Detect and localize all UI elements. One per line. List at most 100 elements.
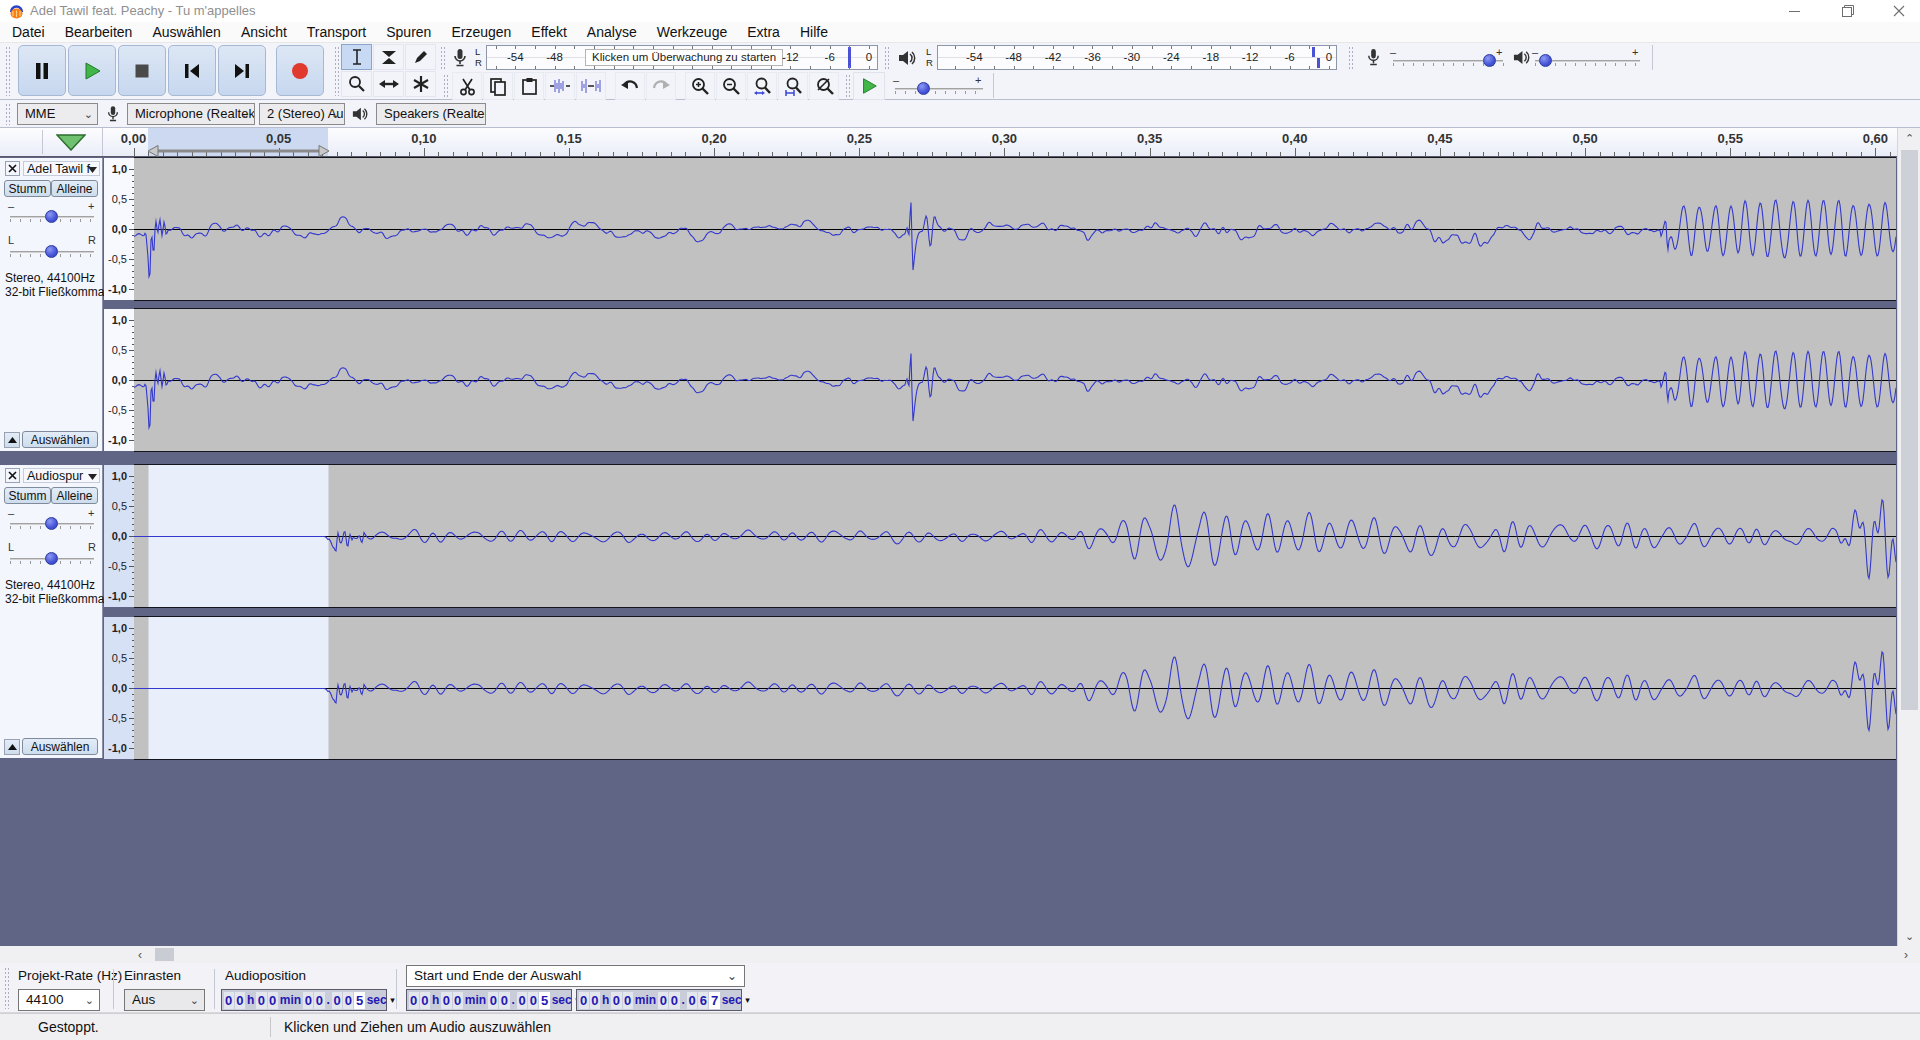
zoom-in-button[interactable] — [685, 72, 715, 100]
edit-grip[interactable] — [443, 74, 448, 98]
play-meter-grip[interactable] — [884, 46, 889, 70]
menu-datei[interactable]: Datei — [2, 22, 55, 43]
pinned-play-head-icon[interactable] — [56, 134, 86, 151]
record-button[interactable] — [276, 45, 324, 96]
play-at-speed-button[interactable] — [853, 72, 885, 100]
trim-outside-button[interactable] — [545, 72, 575, 100]
selection-start-field[interactable]: 00h00min00.005sec▾ — [406, 989, 572, 1011]
waveform-channel[interactable] — [134, 464, 1896, 608]
vertical-scroll-thumb[interactable] — [1901, 150, 1918, 710]
input-channels-select[interactable]: 2 (Stereo) Au⌄ — [259, 103, 345, 125]
multitool-button[interactable] — [405, 71, 436, 97]
waveform-channel[interactable] — [134, 308, 1896, 452]
mute-button[interactable]: Stumm — [4, 487, 51, 504]
record-meter-mic-button[interactable] — [447, 45, 473, 70]
zoom-toggle-button[interactable] — [809, 72, 839, 100]
cut-button[interactable] — [452, 72, 482, 100]
menu-effekt[interactable]: Effekt — [521, 22, 577, 43]
undo-button[interactable] — [615, 72, 645, 100]
scroll-down-icon[interactable]: ⌄ — [1898, 930, 1920, 943]
pause-button[interactable] — [18, 45, 66, 96]
menu-transport[interactable]: Transport — [297, 22, 376, 43]
selbar-grip[interactable] — [4, 967, 10, 1009]
vertical-ruler[interactable]: 1,00,50,0-0,5-1,0 — [104, 158, 134, 300]
collapse-track-button[interactable] — [4, 739, 20, 755]
track-select-button[interactable]: Auswählen — [22, 738, 98, 755]
menu-spuren[interactable]: Spuren — [376, 22, 441, 43]
track-close-button[interactable] — [5, 468, 20, 483]
solo-button[interactable]: Alleine — [51, 487, 98, 504]
selection-end-field[interactable]: 00h00min00.067sec▾ — [576, 989, 742, 1011]
mute-button[interactable]: Stumm — [4, 180, 51, 197]
gain-slider-thumb[interactable] — [45, 210, 58, 223]
menu-erzeugen[interactable]: Erzeugen — [441, 22, 521, 43]
menu-werkzeuge[interactable]: Werkzeuge — [647, 22, 738, 43]
waveform-channel[interactable] — [134, 616, 1896, 760]
skip-end-button[interactable] — [218, 45, 266, 96]
vertical-ruler[interactable]: 1,00,50,0-0,5-1,0 — [104, 617, 134, 759]
audio-position-field[interactable]: 00h00min00.005sec▾ — [221, 989, 387, 1011]
project-rate-select[interactable]: 44100⌄ — [18, 989, 100, 1011]
menu-auswählen[interactable]: Auswählen — [142, 22, 231, 43]
snap-select[interactable]: Aus⌄ — [124, 989, 205, 1011]
track-title-button[interactable]: Adel Tawil f — [23, 161, 100, 176]
output-device-select[interactable]: Speakers (Realtek Hig⌄ — [376, 103, 486, 125]
pan-slider-thumb[interactable] — [45, 552, 58, 565]
gain-slider-thumb[interactable] — [45, 517, 58, 530]
selection-tool-button[interactable] — [341, 44, 372, 70]
transport-grip[interactable] — [5, 46, 11, 96]
device-grip[interactable] — [5, 103, 10, 125]
menu-extra[interactable]: Extra — [737, 22, 790, 43]
vertical-scrollbar[interactable]: ⌃ ⌄ — [1897, 128, 1920, 946]
mixer-grip[interactable] — [1348, 46, 1353, 70]
zoom-fit-button[interactable] — [778, 72, 808, 100]
draw-tool-button[interactable] — [405, 44, 436, 70]
track-close-button[interactable] — [5, 161, 20, 176]
maximize-button[interactable] — [1826, 0, 1870, 22]
play-volume-thumb[interactable] — [1539, 54, 1552, 67]
pan-slider-thumb[interactable] — [45, 245, 58, 258]
scroll-right-icon[interactable]: › — [1896, 948, 1916, 962]
menu-ansicht[interactable]: Ansicht — [231, 22, 297, 43]
play-meter-speaker-button[interactable] — [892, 45, 922, 70]
record-meter-overlay[interactable]: Klicken um Überwachung zu starten — [585, 49, 783, 66]
menu-bearbeiten[interactable]: Bearbeiten — [55, 22, 143, 43]
minimize-button[interactable] — [1772, 0, 1816, 22]
timeline-ruler[interactable]: 0,000,050,100,150,200,250,300,350,400,45… — [0, 128, 1920, 157]
track-title-button[interactable]: Audiospur — [23, 468, 100, 483]
play-meter[interactable]: -54-48-42-36-30-24-18-12-60 — [937, 45, 1337, 70]
paste-button[interactable] — [514, 72, 544, 100]
record-meter[interactable]: Klicken um Überwachung zu starten -54-48… — [486, 45, 878, 70]
copy-button[interactable] — [483, 72, 513, 100]
playspeed-grip[interactable] — [845, 74, 850, 98]
track-select-button[interactable]: Auswählen — [22, 431, 98, 448]
play-button[interactable] — [68, 45, 116, 96]
waveform-channel[interactable] — [134, 157, 1896, 301]
close-button[interactable] — [1878, 0, 1920, 22]
horizontal-scrollbar[interactable]: ‹ › — [0, 946, 1920, 963]
skip-start-button[interactable] — [168, 45, 216, 96]
input-device-select[interactable]: Microphone (Realtek H⌄ — [127, 103, 255, 125]
menu-analyse[interactable]: Analyse — [577, 22, 647, 43]
scroll-up-icon[interactable]: ⌃ — [1898, 132, 1920, 145]
vertical-ruler[interactable]: 1,00,50,0-0,5-1,0 — [104, 309, 134, 451]
solo-button[interactable]: Alleine — [51, 180, 98, 197]
zoom-tool-button[interactable] — [341, 71, 372, 97]
vertical-ruler[interactable]: 1,00,50,0-0,5-1,0 — [104, 465, 134, 607]
timeshift-tool-button[interactable] — [373, 71, 404, 97]
record-volume-thumb[interactable] — [1483, 54, 1496, 67]
record-meter-grip[interactable] — [440, 46, 445, 70]
speed-slider-thumb[interactable] — [917, 82, 930, 95]
envelope-tool-button[interactable] — [373, 44, 404, 70]
scroll-left-icon[interactable]: ‹ — [130, 948, 150, 962]
selection-range-select[interactable]: Start und Ende der Auswahl⌄ — [406, 965, 745, 987]
speed-slider[interactable] — [895, 88, 983, 90]
tools-grip[interactable] — [334, 46, 339, 96]
redo-button[interactable] — [646, 72, 676, 100]
stop-button[interactable] — [118, 45, 166, 96]
collapse-track-button[interactable] — [4, 432, 20, 448]
horizontal-scroll-thumb[interactable] — [155, 948, 174, 961]
zoom-out-button[interactable] — [716, 72, 746, 100]
menu-hilfe[interactable]: Hilfe — [790, 22, 838, 43]
audio-host-select[interactable]: MME⌄ — [17, 103, 98, 125]
